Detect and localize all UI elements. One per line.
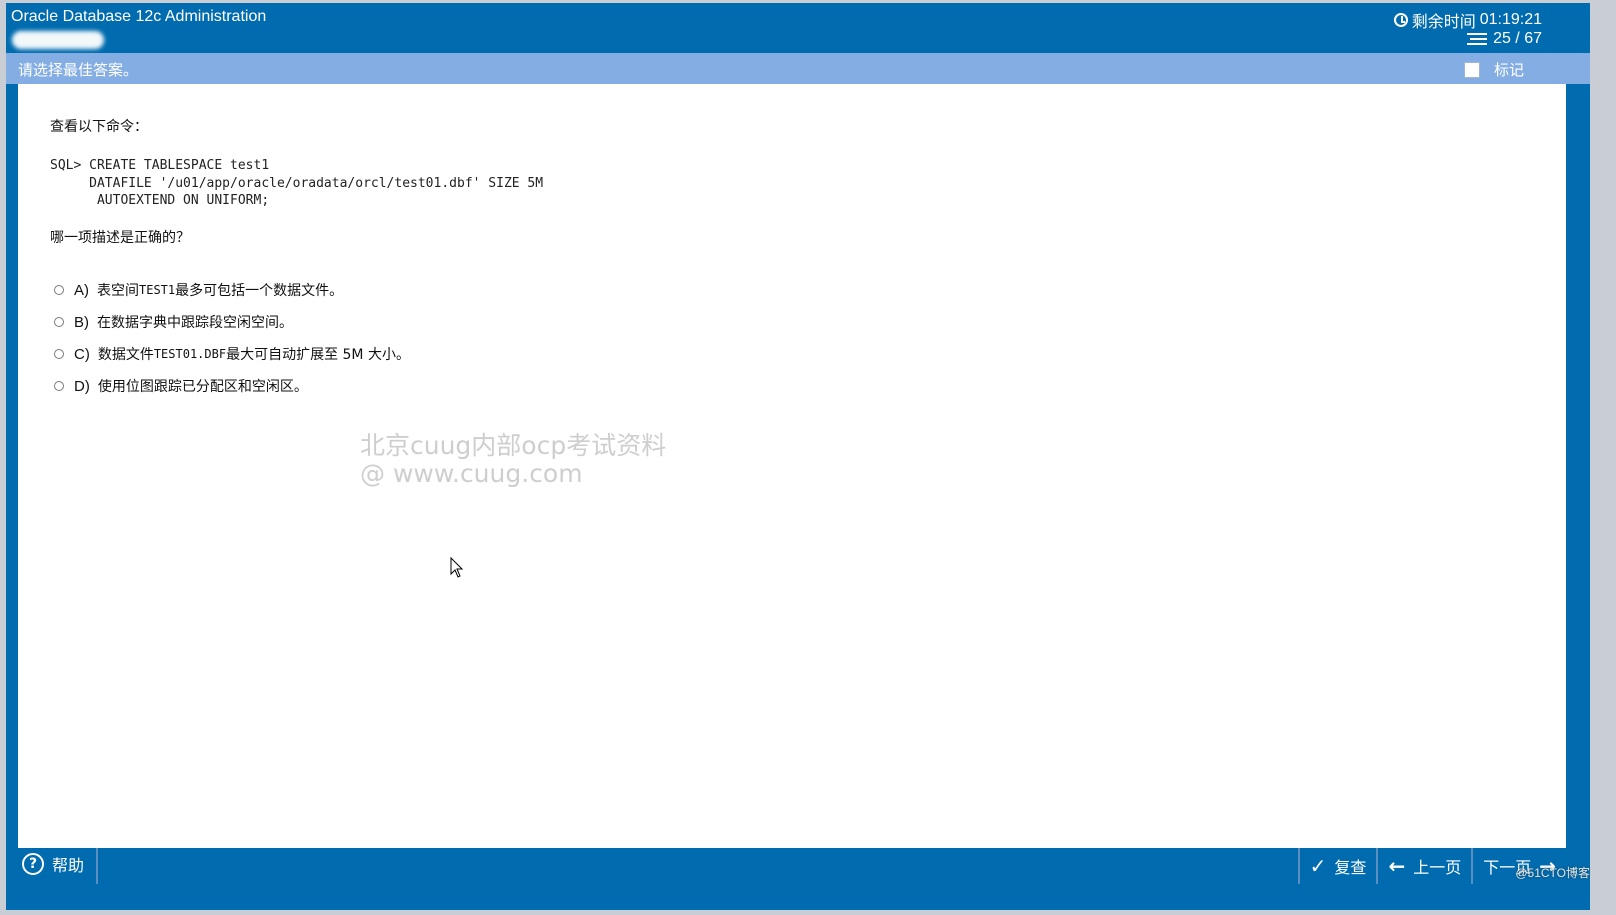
arrow-left-icon: ← <box>1388 854 1406 878</box>
app-title: Oracle Database 12c Administration <box>11 8 267 25</box>
help-label: 帮助 <box>52 856 85 875</box>
clock-icon <box>1393 13 1408 27</box>
option-letter: B) <box>74 313 89 331</box>
option-letter: C) <box>74 345 90 363</box>
footer-bar: ? 帮助 ✓ 复查 ← 上一页 下一页 → <box>18 848 1566 884</box>
option-text: 在数据字典中跟踪段空闲空间。 <box>97 315 293 331</box>
watermark: 北京cuug内部ocp考试资料 @ www.cuug.com <box>360 432 666 488</box>
divider <box>96 848 98 884</box>
sql-code-block: SQL> CREATE TABLESPACE test1 DATAFILE '/… <box>50 157 543 210</box>
mark-label: 标记 <box>1493 61 1524 79</box>
question-panel: 查看以下命令： SQL> CREATE TABLESPACE test1 DAT… <box>18 84 1566 848</box>
help-icon: ? <box>22 853 44 875</box>
review-label: 复查 <box>1334 858 1367 877</box>
instruction-bar: 请选择最佳答案。 标记 <box>6 53 1590 84</box>
code-line: SQL> CREATE TABLESPACE test1 <box>50 158 270 173</box>
radio-button[interactable] <box>54 349 64 359</box>
code-line: AUTOEXTEND ON UNIFORM; <box>50 193 270 208</box>
timer-label: 剩余时间 <box>1411 12 1476 31</box>
answer-options: A) 表空间 TEST1 最多可包括一个数据文件。 B) 在数据字典中跟踪段空闲… <box>54 274 410 402</box>
timer: 剩余时间 01:19:21 <box>1393 8 1542 32</box>
watermark-line: 北京cuug内部ocp考试资料 <box>360 431 667 460</box>
mark-toggle[interactable]: 标记 <box>1463 59 1524 80</box>
help-button[interactable]: ? 帮助 <box>22 852 84 876</box>
option-text: 最大可自动扩展至 5M 大小。 <box>226 347 410 363</box>
radio-button[interactable] <box>54 317 64 327</box>
candidate-name-redacted <box>12 31 104 49</box>
watermark-line: @ www.cuug.com <box>360 459 583 488</box>
option-a[interactable]: A) 表空间 TEST1 最多可包括一个数据文件。 <box>54 274 410 306</box>
title-bar: Oracle Database 12c Administration 剩余时间 … <box>6 3 1590 53</box>
option-d[interactable]: D) 使用位图跟踪已分配区和空闲区。 <box>54 370 410 402</box>
review-button[interactable]: ✓ 复查 <box>1297 848 1377 884</box>
checkmark-icon: ✓ <box>1309 854 1327 878</box>
progress-value: 25 / 67 <box>1493 30 1542 47</box>
question-prompt: 查看以下命令： <box>50 119 148 135</box>
previous-button[interactable]: ← 上一页 <box>1376 848 1471 884</box>
option-text: 数据文件 <box>97 347 154 363</box>
option-c[interactable]: C) 数据文件 TEST01.DBF 最大可自动扩展至 5M 大小。 <box>54 338 410 370</box>
option-code: TEST01.DBF <box>153 347 227 361</box>
mouse-cursor-icon <box>450 557 464 578</box>
option-letter: A) <box>74 281 89 299</box>
question-text: 哪一项描述是正确的？ <box>50 230 190 246</box>
option-text: 使用位图跟踪已分配区和空闲区。 <box>97 379 308 395</box>
list-icon <box>1467 33 1488 45</box>
mark-checkbox[interactable] <box>1463 61 1480 78</box>
code-line: DATAFILE '/u01/app/oracle/oradata/orcl/t… <box>50 175 544 191</box>
option-code: TEST1 <box>139 283 176 297</box>
option-letter: D) <box>74 377 90 395</box>
question-progress: 25 / 67 <box>1467 30 1542 48</box>
radio-button[interactable] <box>54 381 64 391</box>
option-text: 表空间 <box>97 283 139 299</box>
radio-button[interactable] <box>54 285 64 295</box>
timer-value: 01:19:21 <box>1479 11 1542 28</box>
previous-label: 上一页 <box>1413 858 1462 877</box>
instruction-text: 请选择最佳答案。 <box>18 61 139 79</box>
option-b[interactable]: B) 在数据字典中跟踪段空闲空间。 <box>54 306 410 338</box>
site-watermark: @51CTO博客 <box>1515 866 1590 880</box>
option-text: 最多可包括一个数据文件。 <box>175 283 344 299</box>
